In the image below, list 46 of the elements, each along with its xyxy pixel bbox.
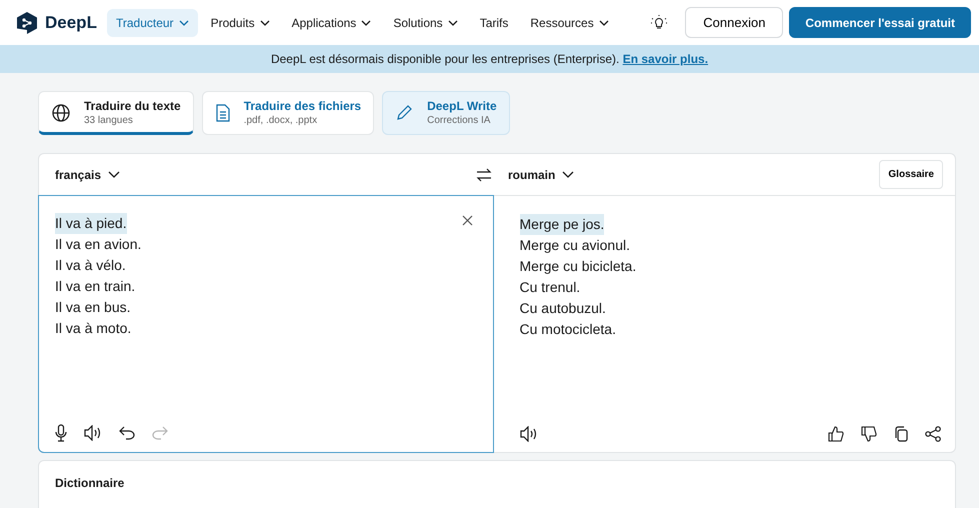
- dictionary-title: Dictionnaire: [55, 476, 124, 490]
- nav-item[interactable]: Traducteur: [106, 8, 198, 36]
- translated-text-line: Merge cu bicicleta.: [520, 257, 636, 276]
- source-text-line: Il va à moto.: [55, 319, 132, 338]
- banner-text: DeepL est désormais disponible pour les entreprises (Enterprise). En savoir plus.: [270, 52, 708, 66]
- chevron-icon: [108, 171, 120, 178]
- nav-item[interactable]: Ressources: [521, 8, 618, 36]
- source-text-line: Il va en avion.: [55, 235, 142, 254]
- speaker-icon[interactable]: [84, 425, 102, 441]
- chevron-icon: [562, 171, 574, 178]
- speaker-icon[interactable]: [520, 426, 538, 442]
- mode-tab[interactable]: Traduire du texte 33 langues: [38, 91, 194, 135]
- login-button[interactable]: Connexion: [685, 7, 784, 38]
- mode-tab[interactable]: Traduire des fichiers .pdf, .docx, .pptx: [202, 91, 374, 135]
- target-language-select[interactable]: roumain: [508, 168, 574, 182]
- translated-text-line: Merge cu avionul.: [520, 236, 630, 255]
- undo-icon[interactable]: [119, 426, 135, 440]
- translated-text-line: Cu trenul.: [520, 278, 580, 297]
- nav-item[interactable]: Produits: [202, 8, 279, 36]
- close-icon[interactable]: [462, 215, 472, 226]
- glossary-button[interactable]: Glossaire: [879, 160, 943, 189]
- source-language-select[interactable]: français: [55, 168, 120, 182]
- swap-icon[interactable]: [476, 168, 492, 182]
- thumbs-up-icon[interactable]: [828, 426, 844, 442]
- translated-text-line: Cu autobuzul.: [520, 299, 606, 318]
- source-text-area[interactable]: Il va à pied. Il va en avion. Il va à vélo. Il va en train. Il va en bus. Il va à moto.: [38, 195, 494, 453]
- free-trial-button[interactable]: Commencer l'essai gratuit: [789, 7, 971, 38]
- logo-icon: [16, 10, 38, 34]
- source-text-line: Il va en train.: [55, 277, 136, 296]
- mode-tab[interactable]: DeepL Write Corrections IA: [382, 91, 510, 135]
- nav-item[interactable]: Solutions: [384, 8, 467, 36]
- learn-more-link[interactable]: En savoir plus.: [622, 52, 708, 66]
- pencil-icon: [396, 104, 414, 121]
- source-text-line: Il va en bus.: [55, 298, 130, 317]
- document-icon: [216, 104, 230, 122]
- translated-text-line: Cu motocicleta.: [520, 320, 616, 339]
- thumbs-down-icon[interactable]: [861, 426, 877, 442]
- share-icon[interactable]: [925, 426, 941, 442]
- lightbulb-icon[interactable]: [651, 14, 668, 30]
- nav-item[interactable]: Tarifs: [470, 8, 518, 36]
- source-text-line: Il va à vélo.: [55, 256, 126, 275]
- logo-text: DeepL: [45, 12, 97, 32]
- microphone-icon[interactable]: [55, 424, 67, 442]
- copy-icon[interactable]: [894, 426, 908, 442]
- globe-icon: [52, 104, 70, 122]
- nav-item[interactable]: Applications: [282, 8, 380, 36]
